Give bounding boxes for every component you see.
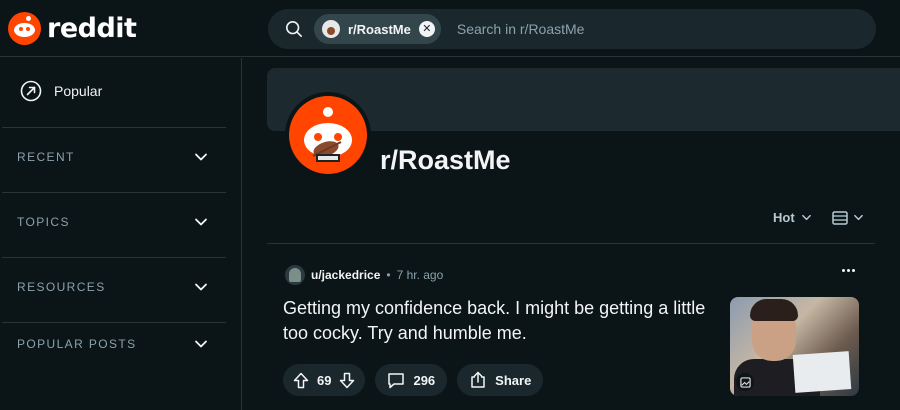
comment-count: 296: [413, 372, 436, 388]
feed-divider: [267, 243, 875, 244]
search-scope-label: r/RoastMe: [348, 21, 411, 37]
post-timestamp: 7 hr. ago: [396, 268, 444, 282]
view-mode-dropdown[interactable]: [831, 210, 864, 225]
search-bar[interactable]: r/RoastMe ✕: [268, 9, 876, 49]
sidebar-section-recent[interactable]: RECENT: [0, 150, 226, 164]
chevron-down-icon: [195, 283, 207, 291]
subreddit-chip-avatar: [322, 20, 340, 38]
popular-arrow-icon: [20, 80, 42, 102]
sidebar-section-label: TOPICS: [17, 215, 70, 229]
upvote-icon[interactable]: [293, 372, 309, 389]
subreddit-avatar: [285, 92, 371, 178]
chevron-down-icon: [853, 214, 863, 221]
post-username[interactable]: u/jackedrice: [311, 268, 380, 282]
vote-control: 69: [283, 364, 366, 396]
search-input[interactable]: [456, 21, 817, 37]
comments-button[interactable]: 296: [375, 364, 448, 396]
sidebar-item-popular[interactable]: Popular: [20, 80, 102, 102]
post-card[interactable]: u/jackedrice • 7 hr. ago Getting my conf…: [267, 255, 875, 410]
sidebar-divider: [2, 257, 226, 258]
search-scope-chip[interactable]: r/RoastMe ✕: [314, 14, 441, 44]
logo-wordmark: reddit: [47, 13, 137, 44]
post-thumbnail[interactable]: [730, 297, 859, 396]
post-title[interactable]: Getting my confidence back. I might be g…: [283, 296, 713, 346]
feed-controls: Hot: [773, 210, 864, 225]
share-label: Share: [495, 372, 532, 388]
chevron-down-icon: [195, 340, 207, 348]
post-actions: 69 296 Share: [283, 364, 544, 396]
sidebar-divider: [2, 322, 226, 323]
share-button[interactable]: Share: [457, 364, 544, 396]
sidebar-section-topics[interactable]: TOPICS: [0, 215, 226, 229]
downvote-icon[interactable]: [339, 372, 355, 389]
search-icon[interactable]: [274, 9, 314, 49]
top-bar: reddit r/RoastMe ✕: [0, 0, 900, 57]
close-icon[interactable]: ✕: [418, 21, 435, 37]
sidebar-section-label: POPULAR POSTS: [17, 337, 137, 351]
sidebar-divider: [2, 127, 226, 128]
sidebar-section-label: RESOURCES: [17, 280, 106, 294]
subreddit-title: r/RoastMe: [380, 145, 511, 175]
vote-count: 69: [317, 372, 332, 388]
chevron-down-icon: [801, 214, 811, 221]
image-gallery-icon: [736, 373, 754, 391]
sidebar-section-resources[interactable]: RESOURCES: [0, 280, 226, 294]
comment-icon: [388, 372, 405, 388]
more-options-icon[interactable]: [842, 269, 855, 272]
left-sidebar: Popular RECENT TOPICS RESOURCES POPULAR …: [0, 58, 242, 410]
reddit-logo[interactable]: reddit: [8, 12, 137, 45]
reddit-snoo-icon: [8, 12, 41, 45]
roastme-snoo-icon: [304, 107, 352, 162]
view-layout-icon: [831, 210, 848, 225]
sidebar-item-label: Popular: [54, 83, 103, 99]
chevron-down-icon: [195, 153, 207, 161]
meta-separator: •: [386, 268, 391, 282]
post-meta: u/jackedrice • 7 hr. ago: [285, 265, 443, 285]
user-avatar[interactable]: [285, 265, 305, 285]
sidebar-divider: [2, 192, 226, 193]
share-icon: [471, 371, 485, 388]
sort-label: Hot: [773, 210, 795, 225]
sidebar-section-popular-posts[interactable]: POPULAR POSTS: [0, 337, 226, 351]
sort-dropdown[interactable]: Hot: [773, 210, 812, 225]
sidebar-section-label: RECENT: [17, 150, 75, 164]
chevron-down-icon: [195, 218, 207, 226]
